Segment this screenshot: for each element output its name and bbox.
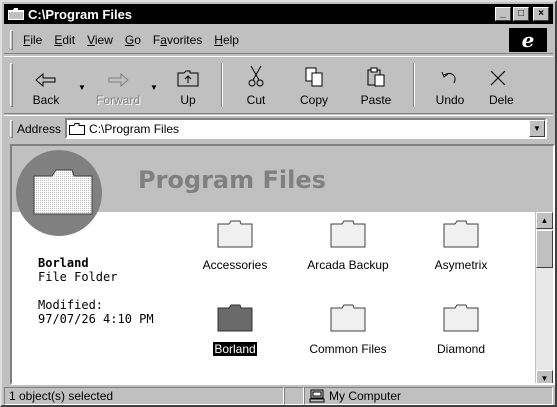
folder-arcada-backup[interactable]: Arcada Backup [293,220,403,272]
folder-icon [8,8,24,20]
up-button[interactable]: Up [161,57,215,113]
selected-name: Borland [38,256,89,270]
toolbar-grip[interactable] [10,63,13,107]
menu-view-rest: iew [94,32,113,47]
selected-type: File Folder [38,270,118,284]
delete-x-icon [490,70,506,86]
folder-icon [443,220,479,248]
title-bar[interactable]: C:\Program Files _ □ × [4,4,553,24]
modified-label: Modified: [38,298,104,312]
address-label: Address [17,121,62,136]
back-button[interactable]: Back [17,57,75,113]
status-empty-pane [284,387,304,405]
menu-file-rest: ile [30,32,43,47]
toolbar-separator [413,63,415,107]
copy-icon [305,67,323,87]
large-folder-icon [33,169,93,215]
folder-icon [330,304,366,332]
back-dropdown[interactable]: ▼ [75,57,89,113]
folder-icon [69,122,86,135]
address-bar: Address C:\Program Files ▼ [4,115,553,141]
folder-common-files[interactable]: Common Files [293,304,403,356]
undo-icon [441,71,456,84]
forward-arrow-icon [108,73,129,87]
up-folder-icon [177,70,199,87]
menu-go[interactable]: Go [119,33,147,47]
menu-edit-rest: dit [62,32,76,47]
scroll-down-button[interactable]: ▼ [536,370,553,383]
my-computer-icon [309,389,325,403]
folder-icon [330,220,366,248]
menu-file[interactable]: File [17,33,48,47]
menu-grip[interactable] [10,29,13,50]
folder-borland[interactable]: Borland [180,304,290,357]
menu-help[interactable]: Help [208,33,245,47]
address-value: C:\Program Files [89,121,180,136]
address-dropdown-button[interactable]: ▼ [529,120,545,137]
maximize-button[interactable]: □ [513,7,529,21]
vertical-scrollbar[interactable]: ▲ ▼ [535,212,553,383]
folder-banner: Program Files [12,146,553,236]
menu-edit[interactable]: Edit [48,33,81,47]
banner-title: Program Files [138,166,326,194]
menu-go-rest: o [134,32,141,47]
ie-logo-icon: e [509,28,547,52]
menu-bar: File Edit View Go Favorites Help e [4,26,553,54]
scroll-thumb[interactable] [536,230,553,268]
folder-view: Program Files Borland File Folder Modifi… [10,144,555,385]
file-grid: Accessories Arcada Backup Asymetrix Borl… [178,212,538,383]
folder-diamond[interactable]: Diamond [406,304,516,356]
menu-favorites-rest: vorites [166,32,203,47]
paste-icon [367,67,385,87]
modified-value: 97/07/26 4:10 PM [38,312,154,326]
scroll-up-button[interactable]: ▲ [536,212,553,229]
folder-icon [443,304,479,332]
explorer-window: C:\Program Files _ □ × File Edit View Go… [0,0,557,407]
menu-favorites[interactable]: Favorites [147,33,208,47]
undo-button[interactable]: Undo [421,57,479,113]
forward-dropdown[interactable]: ▼ [147,57,161,113]
folder-asymetrix[interactable]: Asymetrix [406,220,516,272]
menu-help-rest: elp [222,32,239,47]
cut-button[interactable]: Cut [229,57,283,113]
minimize-button[interactable]: _ [495,7,511,21]
close-button[interactable]: × [533,7,549,21]
window-title: C:\Program Files [28,6,133,22]
delete-button[interactable]: Dele [479,57,527,113]
status-location: My Computer [304,387,553,405]
status-selected: 1 object(s) selected [4,387,284,405]
selection-info: Borland File Folder Modified: 97/07/26 4… [38,256,178,326]
address-input[interactable]: C:\Program Files ▼ [65,118,547,139]
folder-icon [217,220,253,248]
status-bar: 1 object(s) selected My Computer [4,387,553,405]
address-grip[interactable] [10,119,13,138]
paste-button[interactable]: Paste [345,57,407,113]
scissors-icon [248,65,264,87]
folder-icon [217,304,253,332]
toolbar: Back ▼ Forward ▼ Up Cut Copy Paste Undo [4,56,553,114]
folder-accessories[interactable]: Accessories [180,220,290,272]
toolbar-separator [221,63,223,107]
copy-button[interactable]: Copy [283,57,345,113]
forward-button[interactable]: Forward [89,57,147,113]
back-arrow-icon [35,73,56,87]
menu-view[interactable]: View [81,33,119,47]
